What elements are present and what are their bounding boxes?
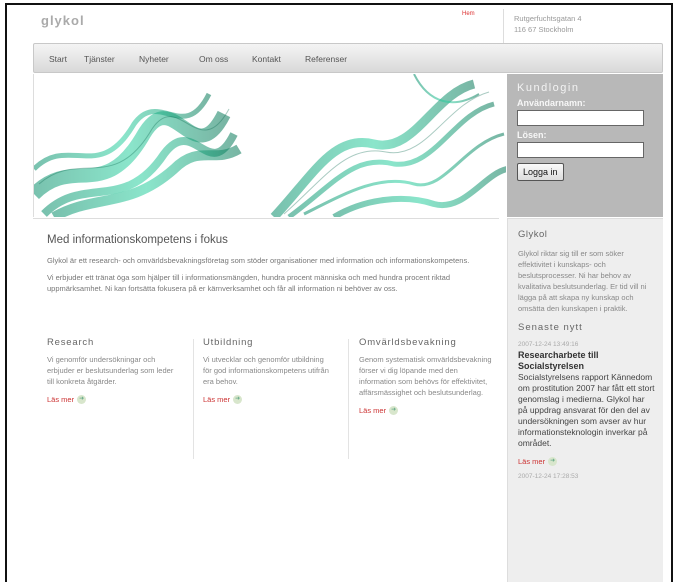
read-more-label[interactable]: Läs mer — [518, 457, 545, 466]
nav-item-nyheter[interactable]: Nyheter — [139, 54, 169, 64]
login-panel: Kundlogin Användarnamn: Lösen: Logga in — [507, 74, 663, 217]
service-research: Research Vi genomför undersökningar och … — [47, 337, 175, 407]
page-title: Med informationskompetens i fokus — [47, 234, 228, 246]
hero-image — [33, 74, 506, 217]
arrow-circle-icon[interactable]: ➜ — [548, 457, 558, 466]
sidebar: Glykol Glykol riktar sig till er som sök… — [507, 218, 663, 582]
password-label: Lösen: — [517, 130, 547, 140]
username-label: Användarnamn: — [517, 98, 586, 108]
service-text: Vi utvecklar och genomför utbildning för… — [203, 355, 329, 386]
main-nav: Start Tjänster Nyheter Om oss Kontakt Re… — [33, 43, 663, 73]
main-content: Med informationskompetens i fokus Glykol… — [33, 218, 499, 582]
arrow-circle-icon[interactable]: ➜ — [389, 406, 399, 415]
intro-paragraph: Vi erbjuder ett tränat öga som hjälper t… — [47, 273, 451, 293]
service-title: Utbildning — [203, 337, 254, 348]
password-input[interactable] — [517, 142, 644, 158]
username-input[interactable] — [517, 110, 644, 126]
read-more-link[interactable]: Läs mer ➜ — [518, 457, 558, 466]
logo[interactable]: glykol — [41, 13, 85, 28]
address-street: Rutgerfuchtsgatan 4 — [514, 14, 582, 23]
nav-item-tjanster[interactable]: Tjänster — [84, 54, 115, 64]
news-section-title: Senaste nytt — [518, 322, 583, 333]
address: Rutgerfuchtsgatan 4 116 67 Stockholm — [514, 13, 582, 35]
nav-item-kontakt[interactable]: Kontakt — [252, 54, 281, 64]
hero-smoke-graphic — [34, 74, 506, 217]
read-more-link[interactable]: Läs mer ➜ — [359, 406, 399, 415]
sidebar-title: Glykol — [518, 229, 548, 240]
address-divider — [503, 9, 504, 45]
top-link[interactable]: Hem — [462, 11, 475, 17]
service-text: Vi genomför undersökningar och erbjuder … — [47, 355, 174, 386]
nav-item-om-oss[interactable]: Om oss — [199, 54, 228, 64]
login-button[interactable]: Logga in — [517, 163, 564, 181]
service-title: Omvärldsbevakning — [359, 337, 457, 348]
news-body: Socialstyrelsens rapport Kännedom om pro… — [518, 372, 655, 448]
sidebar-text: Glykol riktar sig till er som söker effe… — [518, 249, 647, 313]
column-divider — [348, 339, 349, 459]
page-frame: glykol Hem Rutgerfuchtsgatan 4 116 67 St… — [5, 3, 673, 582]
read-more-label[interactable]: Läs mer — [203, 395, 230, 404]
arrow-circle-icon[interactable]: ➜ — [77, 395, 87, 404]
intro-text: Glykol är ett research- och omvärldsbeva… — [47, 255, 479, 300]
read-more-link[interactable]: Läs mer ➜ — [47, 395, 87, 404]
service-title: Research — [47, 337, 95, 348]
intro-paragraph: Glykol är ett research- och omvärldsbeva… — [47, 256, 470, 265]
read-more-label[interactable]: Läs mer — [47, 395, 74, 404]
read-more-label[interactable]: Läs mer — [359, 406, 386, 415]
column-divider — [193, 339, 194, 459]
arrow-circle-icon[interactable]: ➜ — [233, 395, 243, 404]
login-title: Kundlogin — [517, 82, 580, 94]
nav-item-start[interactable]: Start — [49, 54, 67, 64]
news-date: 2007-12-24 17:28:53 — [518, 473, 579, 480]
news-headline[interactable]: Researcharbete till Socialstyrelsen — [518, 350, 655, 372]
service-text: Genom systematisk omvärldsbevakning förs… — [359, 355, 492, 397]
address-city: 116 67 Stockholm — [514, 25, 574, 34]
news-date: 2007-12-24 13:49:16 — [518, 341, 579, 348]
read-more-link[interactable]: Läs mer ➜ — [203, 395, 243, 404]
service-omvarldsbevakning: Omvärldsbevakning Genom systematisk omvä… — [359, 337, 493, 418]
service-utbildning: Utbildning Vi utvecklar och genomför utb… — [203, 337, 333, 407]
nav-item-referenser[interactable]: Referenser — [305, 54, 347, 64]
